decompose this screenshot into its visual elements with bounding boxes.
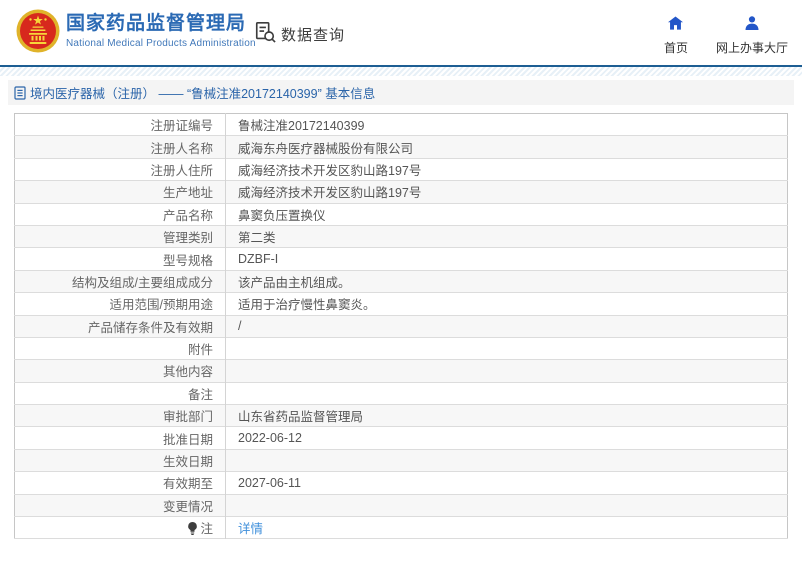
decorative-hatch-strip [0, 67, 802, 76]
breadcrumb: 境内医疗器械（注册） —— “鲁械注准20172140399” 基本信息 [8, 80, 794, 105]
table-row: 其他内容 [15, 360, 788, 382]
row-value: 第二类 [226, 225, 788, 247]
row-value [226, 494, 788, 516]
row-label: 注册人住所 [15, 158, 226, 180]
row-label: 适用范围/预期用途 [15, 293, 226, 315]
table-row: 适用范围/预期用途适用于治疗慢性鼻窦炎。 [15, 293, 788, 315]
table-row: 生效日期 [15, 449, 788, 471]
registration-info-table: 注册证编号鲁械注准20172140399注册人名称威海东舟医疗器械股份有限公司注… [14, 113, 788, 539]
table-row: 批准日期2022-06-12 [15, 427, 788, 449]
site-title: 国家药品监督管理局 [66, 12, 256, 35]
row-label: 注册人名称 [15, 136, 226, 158]
row-label: 注 [15, 517, 226, 539]
info-table-body: 注册证编号鲁械注准20172140399注册人名称威海东舟医疗器械股份有限公司注… [15, 114, 788, 539]
nav-service-hall-label: 网上办事大厅 [716, 39, 788, 56]
brand-block: 国家药品监督管理局 National Medical Products Admi… [66, 12, 256, 50]
nav-item-home[interactable]: 首页 [664, 16, 688, 56]
row-label: 产品储存条件及有效期 [15, 315, 226, 337]
registration-info-section: 注册证编号鲁械注准20172140399注册人名称威海东舟医疗器械股份有限公司注… [14, 113, 802, 539]
row-label: 注册证编号 [15, 114, 226, 136]
row-value: 鲁械注准20172140399 [226, 114, 788, 136]
table-row: 生产地址威海经济技术开发区豹山路197号 [15, 181, 788, 203]
table-row: 管理类别第二类 [15, 225, 788, 247]
person-icon [745, 16, 759, 35]
row-label: 结构及组成/主要组成成分 [15, 270, 226, 292]
row-value [226, 360, 788, 382]
table-row: 附件 [15, 337, 788, 359]
row-label: 备注 [15, 382, 226, 404]
table-row: 注详情 [15, 517, 788, 539]
table-row: 审批部门山东省药品监督管理局 [15, 405, 788, 427]
document-magnifier-icon [254, 21, 276, 48]
row-value: 2022-06-12 [226, 427, 788, 449]
table-row: 产品名称鼻窦负压置换仪 [15, 203, 788, 225]
lightbulb-icon [187, 522, 198, 535]
row-value: / [226, 315, 788, 337]
row-value [226, 449, 788, 471]
breadcrumb-text: 境内医疗器械（注册） —— “鲁械注准20172140399” 基本信息 [30, 83, 375, 102]
table-row: 备注 [15, 382, 788, 404]
document-icon [14, 86, 26, 100]
row-value: 2027-06-11 [226, 472, 788, 494]
nav-item-service-hall[interactable]: 网上办事大厅 [716, 16, 788, 56]
row-value [226, 337, 788, 359]
row-value: 威海经济技术开发区豹山路197号 [226, 158, 788, 180]
row-label: 附件 [15, 337, 226, 359]
table-row: 型号规格DZBF-I [15, 248, 788, 270]
row-value: 威海经济技术开发区豹山路197号 [226, 181, 788, 203]
row-label: 批准日期 [15, 427, 226, 449]
row-value: 该产品由主机组成。 [226, 270, 788, 292]
site-header: 国家药品监督管理局 National Medical Products Admi… [0, 0, 802, 65]
row-value: 威海东舟医疗器械股份有限公司 [226, 136, 788, 158]
data-query-label: 数据查询 [281, 24, 345, 45]
row-value: 详情 [226, 517, 788, 539]
row-label: 其他内容 [15, 360, 226, 382]
nav-home-label: 首页 [664, 39, 688, 56]
detail-link[interactable]: 详情 [238, 522, 263, 536]
row-value: 适用于治疗慢性鼻窦炎。 [226, 293, 788, 315]
row-value: 鼻窦负压置换仪 [226, 203, 788, 225]
row-value: 山东省药品监督管理局 [226, 405, 788, 427]
table-row: 产品储存条件及有效期/ [15, 315, 788, 337]
row-label: 生产地址 [15, 181, 226, 203]
row-label: 管理类别 [15, 225, 226, 247]
row-value [226, 382, 788, 404]
table-row: 注册证编号鲁械注准20172140399 [15, 114, 788, 136]
row-value: DZBF-I [226, 248, 788, 270]
row-label: 有效期至 [15, 472, 226, 494]
data-query-tab[interactable]: 数据查询 [254, 21, 345, 48]
table-row: 注册人名称威海东舟医疗器械股份有限公司 [15, 136, 788, 158]
top-nav: 首页 网上办事大厅 [664, 16, 788, 56]
row-label: 变更情况 [15, 494, 226, 516]
table-row: 结构及组成/主要组成成分该产品由主机组成。 [15, 270, 788, 292]
site-subtitle: National Medical Products Administration [66, 37, 256, 50]
table-row: 注册人住所威海经济技术开发区豹山路197号 [15, 158, 788, 180]
china-national-emblem-logo [16, 9, 60, 53]
row-label: 型号规格 [15, 248, 226, 270]
row-label: 生效日期 [15, 449, 226, 471]
row-label: 产品名称 [15, 203, 226, 225]
table-row: 有效期至2027-06-11 [15, 472, 788, 494]
home-icon [668, 16, 683, 35]
table-row: 变更情况 [15, 494, 788, 516]
row-label: 审批部门 [15, 405, 226, 427]
